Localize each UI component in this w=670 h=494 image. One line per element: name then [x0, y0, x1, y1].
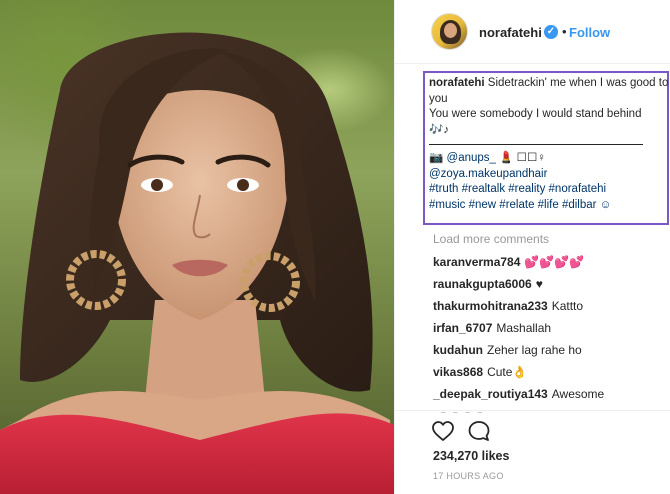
hashtags-line-2[interactable]: #music #new #relate #life #dilbar ☺ [429, 199, 611, 211]
camera-icon: 📷 [429, 152, 444, 164]
photographer-mention[interactable]: @anups_ [447, 152, 496, 164]
load-more-comments-link[interactable]: Load more comments [433, 232, 549, 246]
post-caption: norafatehi Sidetrackin' me when I was go… [429, 76, 669, 213]
comment-text: ♥ [535, 277, 543, 291]
caption-divider [429, 144, 643, 145]
comment-item: karanverma784 💕💕💕💕 [433, 253, 669, 275]
comment-item: _deepak_routiya143 Awesome [433, 385, 669, 407]
heart-icon[interactable] [431, 419, 455, 443]
post-header: norafatehi ✓ • Follow [395, 0, 670, 64]
comment-username[interactable]: karanverma784 [433, 255, 520, 269]
post-photo [0, 0, 394, 494]
comment-username[interactable]: vikas868 [433, 365, 483, 379]
post-username[interactable]: norafatehi [479, 25, 542, 40]
comment-username[interactable]: raunakgupta6006 [433, 277, 532, 291]
caption-music-notes: 🎶♪ [429, 123, 450, 136]
caption-symbols: 💄 ☐☐♀ [499, 152, 546, 164]
hashtags-line-1[interactable]: #truth #realtalk #reality #norafatehi [429, 183, 606, 195]
likes-count[interactable]: 234,270 likes [433, 449, 509, 463]
verified-badge-icon: ✓ [544, 25, 558, 39]
comment-item: kudahun Zeher lag rahe ho [433, 341, 669, 363]
comment-username[interactable]: irfan_6707 [433, 321, 492, 335]
post-actions: 234,270 likes 17 HOURS AGO [395, 410, 670, 494]
comment-username[interactable]: _deepak_routiya143 [433, 387, 548, 401]
comment-username[interactable]: thakurmohitrana233 [433, 299, 548, 313]
caption-username[interactable]: norafatehi [429, 77, 485, 89]
post-timestamp: 17 HOURS AGO [433, 471, 504, 481]
comment-text: Awesome [551, 387, 605, 401]
comment-text: Kattto [551, 299, 584, 313]
caption-highlight-box: norafatehi Sidetrackin' me when I was go… [423, 71, 669, 225]
follow-button[interactable]: Follow [569, 25, 610, 40]
comment-text: Zeher lag rahe ho [487, 343, 582, 357]
post-sidebar: norafatehi ✓ • Follow norafatehi Sidetra… [394, 0, 670, 494]
comments-list: karanverma784 💕💕💕💕 raunakgupta6006 ♥ thaku… [433, 253, 669, 413]
header-separator: • [562, 24, 567, 39]
caption-line-2: You were somebody I would stand behind [429, 108, 642, 120]
comment-item: irfan_6707 Mashallah [433, 319, 669, 341]
comment-item: vikas868 Cute👌 [433, 363, 669, 385]
makeup-mention[interactable]: @zoya.makeupandhair [429, 168, 547, 180]
comment-item: raunakgupta6006 ♥ [433, 275, 669, 297]
portrait-illustration [0, 32, 394, 494]
profile-avatar[interactable] [431, 13, 468, 50]
comment-text: Cute👌 [487, 365, 528, 379]
avatar-face [444, 23, 457, 38]
comment-item: thakurmohitrana233 Kattto [433, 297, 669, 319]
comment-text: Mashallah [496, 321, 552, 335]
comment-bubble-icon[interactable] [467, 419, 491, 443]
comment-username[interactable]: kudahun [433, 343, 483, 357]
comment-text: 💕💕💕💕 [524, 255, 585, 269]
